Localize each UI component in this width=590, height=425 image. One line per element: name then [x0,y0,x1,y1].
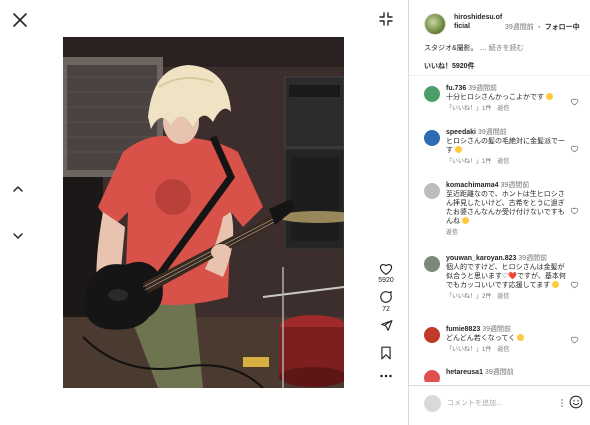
post-caption: スタジオ&撮影。 … 続きを読む [424,45,524,52]
reply-button[interactable]: 返信 [497,106,509,112]
read-more-link[interactable]: 続きを読む [489,45,524,52]
comment-user[interactable]: komachimama4 [446,182,499,189]
post-meta: 39週間前 ・ フォロー中 [505,24,580,31]
comment-time: 39週間前 [518,255,548,262]
like-count: 5920 [378,277,394,284]
comment-time: 39週間前 [484,369,514,376]
post-header: hiroshidesu.official 39週間前 ・ フォロー中 [409,0,590,40]
collapse-icon[interactable] [379,12,393,26]
emoji-icon [454,146,462,153]
post-username[interactable]: hiroshidesu.official [454,13,504,31]
avatar[interactable] [424,370,440,382]
reply-button[interactable]: 返信 [497,159,509,165]
heart-icon[interactable] [570,206,579,215]
comment-text: ヒロシさんの髪の毛絶対に金髪派でーす [446,138,565,154]
emoji-icon [517,334,525,341]
divider [409,75,590,76]
comment-text: 十分ヒロシさんかっこよかです [446,94,544,101]
emoji-icon [552,281,560,288]
post-time: 39週間前 [505,24,534,31]
heart-icon[interactable] [570,280,579,289]
heart-icon[interactable] [570,97,579,106]
comment-likes[interactable]: 「いいね！」1件 [446,159,491,165]
post-details-panel: hiroshidesu.official 39週間前 ・ フォロー中 スタジオ&… [408,0,590,425]
comment-user[interactable]: youwan_karoyan.823 [446,255,516,262]
comment-count: 72 [382,306,390,313]
avatar[interactable] [424,183,440,199]
emoji-icon [461,217,469,224]
comment-composer [409,385,590,425]
comment-user[interactable]: fu.736 [446,85,466,92]
reply-button[interactable]: 返信 [446,230,458,236]
chevron-down-icon[interactable] [12,230,24,242]
reply-button[interactable]: 返信 [497,294,509,300]
comment-time: 39週間前 [477,129,507,136]
emoji-icon[interactable] [569,395,583,409]
comment-text: どんどん若くなってく [446,335,516,342]
comments-list[interactable]: fu.736 39週間前 十分ヒロシさんかっこよかです 「いいね！」1件 返信 s… [409,82,590,382]
comment-user[interactable]: speedaki [446,129,476,136]
comment-time: 39週間前 [468,85,497,92]
caption-text: スタジオ&撮影。 [424,45,478,52]
post-photo[interactable] [63,37,344,388]
chevron-up-icon[interactable] [12,183,24,195]
heart-icon[interactable] [570,335,579,344]
resize-handle-icon[interactable] [559,397,565,409]
avatar[interactable] [424,327,440,343]
comment-time: 39週間前 [500,182,530,189]
emoji-icon [545,93,553,100]
bookmark-icon[interactable] [380,346,392,360]
heart-icon[interactable] [570,144,579,153]
comment-time: 39週間前 [482,326,511,333]
avatar[interactable] [424,13,446,35]
comment-user[interactable]: hetareusa1 [446,369,483,376]
heart-icon[interactable] [379,262,393,275]
comment-likes[interactable]: 「いいね！」1件 [446,106,491,112]
avatar[interactable] [424,130,440,146]
comment-icon[interactable] [379,290,393,304]
avatar[interactable] [424,86,440,102]
comment-input[interactable] [447,397,557,410]
comment-likes[interactable]: 「いいね！」2件 [446,294,491,300]
more-icon[interactable] [380,374,392,378]
close-icon[interactable] [12,12,28,28]
reply-button[interactable]: 返信 [497,347,509,353]
media-viewer: 5920 72 [0,0,408,425]
comment-user[interactable]: fumie8823 [446,326,480,333]
action-rail: 5920 72 [374,262,398,378]
comment-text: 個人的ですけど、ヒロシさんは金髪が似合うと思います♡❤️ですが、基本何でもカッコ… [446,264,566,289]
follow-status-button[interactable]: フォロー中 [545,24,580,31]
avatar[interactable] [424,256,440,272]
comment-likes[interactable]: 「いいね！」1件 [446,347,491,353]
avatar [424,395,441,412]
likes-count[interactable]: いいね！5920件 [424,61,475,71]
post-modal: 5920 72 hiroshidesu.official 39週間前 ・ フォロ… [0,0,590,425]
share-icon[interactable] [380,319,393,332]
